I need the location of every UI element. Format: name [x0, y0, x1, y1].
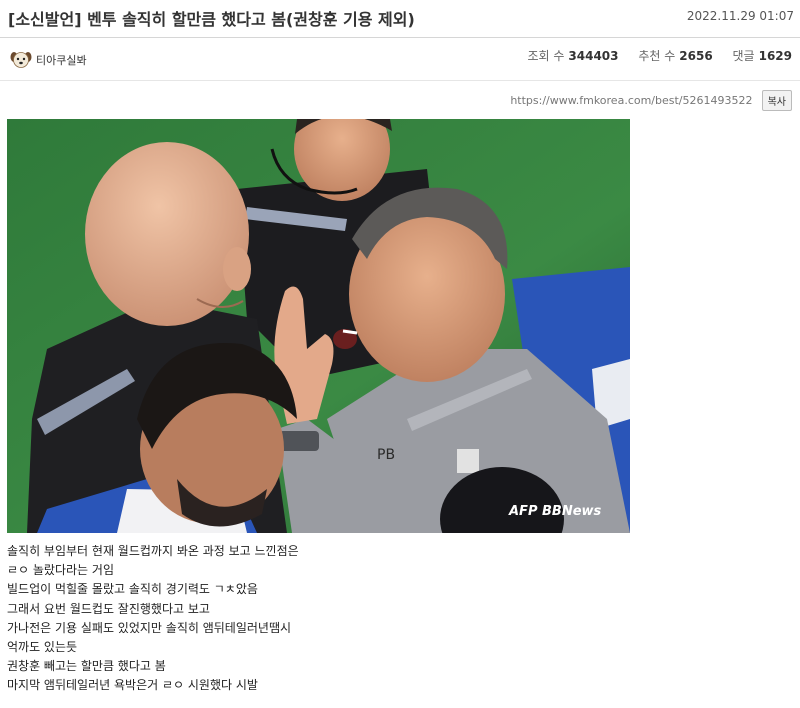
body-line: 그래서 요번 월드컵도 잘진행했다고 보고 [7, 601, 210, 616]
photo-watermark: AFP BBNews [508, 504, 602, 519]
view-count-label: 조회 수 [527, 49, 565, 63]
author-name[interactable]: 티아쿠실봐 [36, 52, 87, 68]
copy-url-button[interactable]: 복사 [761, 90, 792, 111]
dog-face-icon[interactable] [10, 49, 32, 69]
body-line: 마지막 앰뒤테일러년 욕박은거 ㄹㅇ 시원했다 시발 [7, 678, 258, 693]
view-count: 조회 수 344403 [527, 49, 618, 63]
view-count-value: 344403 [568, 49, 619, 63]
post-date: 2022.11.29 01:07 [686, 9, 794, 23]
like-count: 추천 수 2656 [638, 49, 712, 63]
comment-count-value: 1629 [758, 49, 792, 63]
post-stats: 조회 수 344403 추천 수 2656 댓글 1629 [511, 47, 792, 64]
comment-count-label: 댓글 [732, 49, 755, 63]
body-line: 권창훈 빼고는 할만큼 했다고 봄 [7, 659, 166, 674]
like-count-label: 추천 수 [638, 49, 676, 63]
post-title: [소신발언] 벤투 솔직히 할만큼 했다고 봄(권창훈 기용 제외) [8, 10, 415, 29]
referee-bald-head [85, 142, 249, 326]
post-header: [소신발언] 벤투 솔직히 할만큼 했다고 봄(권창훈 기용 제외) 2022.… [0, 0, 800, 38]
post-url[interactable]: https://www.fmkorea.com/best/5261493522 [510, 94, 752, 107]
post-body: 솔직히 부임부터 현재 월드컵까지 봐온 과정 보고 느낀점은 ㄹㅇ 놀랐다라는… [7, 542, 787, 696]
body-line: 빌드업이 먹힐줄 몰랐고 솔직히 경기력도 ㄱㅊ았음 [7, 582, 258, 597]
body-line: ㄹㅇ 놀랐다라는 거임 [7, 563, 114, 578]
wristwatch [279, 431, 319, 451]
like-count-value: 2656 [679, 49, 713, 63]
body-line: 억까도 있는듯 [7, 640, 78, 655]
body-line: 가나전은 기용 실패도 있었지만 솔직히 앰뒤테일러년땜시 [7, 620, 292, 635]
comment-count[interactable]: 댓글 1629 [733, 49, 793, 63]
body-line: 솔직히 부임부터 현재 월드컵까지 봐온 과정 보고 느낀점은 [7, 544, 299, 558]
post-meta-bar: 티아쿠실봐 조회 수 344403 추천 수 2656 댓글 1629 [0, 39, 800, 81]
share-url-row: https://www.fmkorea.com/best/5261493522 … [510, 90, 792, 111]
shirt-initials: PB [377, 447, 395, 463]
post-image[interactable]: PB AFP BBNews [7, 119, 630, 533]
